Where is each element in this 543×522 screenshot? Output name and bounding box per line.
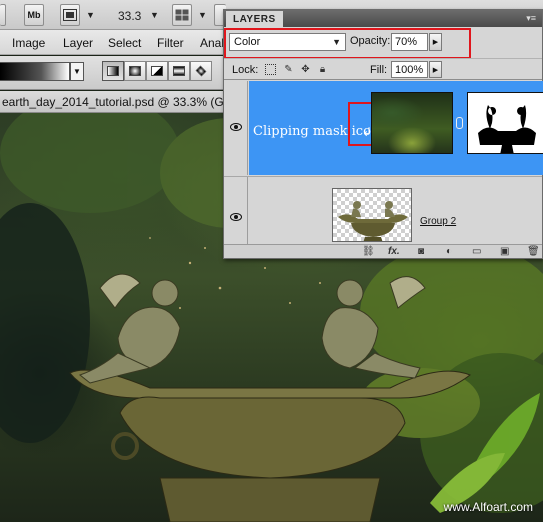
trash-icon[interactable]: 🗑︎ [527,246,540,257]
angle-gradient-icon [151,66,163,76]
film-icon [63,9,77,21]
group-thumbnail[interactable] [332,188,412,242]
panel-menu-icon[interactable]: ▾≡ [526,13,536,24]
zoom-level[interactable]: 33.3 [118,9,141,23]
visibility-toggle[interactable] [224,177,248,246]
group-name[interactable]: Group 2 [420,216,456,227]
new-layer-icon[interactable]: ▣ [500,246,509,257]
menu-select[interactable]: Select [108,36,141,50]
menu-filter[interactable]: Filter [157,36,184,50]
radial-gradient-button[interactable] [124,61,146,81]
fill-value: 100% [395,63,424,76]
reflected-gradient-icon [173,66,185,76]
ps-logo-button[interactable] [0,4,6,26]
linear-gradient-icon [107,66,119,76]
mb-label: Mb [27,10,41,20]
lock-brush-icon[interactable]: ✎ [283,64,294,75]
reflected-gradient-button[interactable] [168,61,190,81]
radial-gradient-icon [129,66,141,76]
minibridge-button[interactable]: Mb [24,4,44,26]
menu-analysis[interactable]: Anal [200,36,224,50]
lock-all-icon[interactable]: 🔒︎ [317,64,328,75]
layers-panel-footer: ⛓ fx. ◙ ◐ ▭ ▣ 🗑︎ [224,244,542,258]
lock-position-icon[interactable]: ✥ [300,64,311,75]
link-layers-icon[interactable]: ⛓ [362,246,375,257]
layers-tab[interactable]: LAYERS [226,11,283,27]
layers-panel: LAYERS ▾≡ Color ▼ Opacity: 70% ▶ Lock: ✎… [223,9,543,259]
fill-slider-arrow-icon[interactable]: ▶ [429,61,442,78]
linear-gradient-button[interactable] [102,61,124,81]
layers-panel-header: LAYERS ▾≡ [224,10,542,27]
document-tab[interactable]: earth_day_2014_tutorial.psd @ 33.3% (Gro… [0,91,228,113]
lock-transparency-icon[interactable] [265,64,276,75]
mask-link-icon[interactable] [456,117,463,129]
gradient-picker-chevron-icon[interactable]: ▼ [70,62,84,81]
diamond-gradient-button[interactable] [190,61,212,81]
add-mask-icon[interactable]: ◙ [418,246,424,257]
grid-icon [175,9,189,21]
blend-opacity-highlight-box [224,28,471,59]
menu-layer[interactable]: Layer [63,36,93,50]
diamond-gradient-icon [195,65,207,77]
layer-row-group[interactable]: Group 2 [224,176,542,246]
arrange-chevron-icon[interactable]: ▼ [198,10,207,20]
urn-thumbnail-icon [338,201,408,241]
fill-label: Fill: [370,64,388,76]
layer-row-clipped[interactable]: Clipping mask icon ↲ [224,81,543,175]
zoom-chevron-icon[interactable]: ▼ [150,10,159,20]
eye-icon [230,213,242,221]
watermark-text: www.Alfoart.com [443,500,533,514]
document-title: earth_day_2014_tutorial.psd @ 33.3% (Gro… [2,95,228,109]
menu-image[interactable]: Image [12,36,45,50]
fx-icon[interactable]: fx. [388,246,400,257]
lock-row: Lock: ✎ ✥ 🔒︎ Fill: 100% ▶ [224,58,542,80]
mask-silhouette-icon [478,105,536,153]
visibility-toggle[interactable] [224,81,248,175]
view-extras-button[interactable] [60,4,80,26]
angle-gradient-button[interactable] [146,61,168,81]
gradient-picker[interactable] [0,62,70,81]
layer-thumbnail[interactable] [371,92,453,154]
lock-label: Lock: [232,64,259,76]
eye-icon [230,123,242,131]
layer-mask-thumbnail[interactable] [467,92,543,154]
new-group-folder-icon[interactable]: ▭ [472,246,481,257]
adjustment-layer-icon[interactable]: ◐ [446,246,452,257]
view-extras-chevron-icon[interactable]: ▼ [86,10,95,20]
fill-input[interactable]: 100% [391,61,428,78]
arrange-documents-button[interactable] [172,4,192,26]
